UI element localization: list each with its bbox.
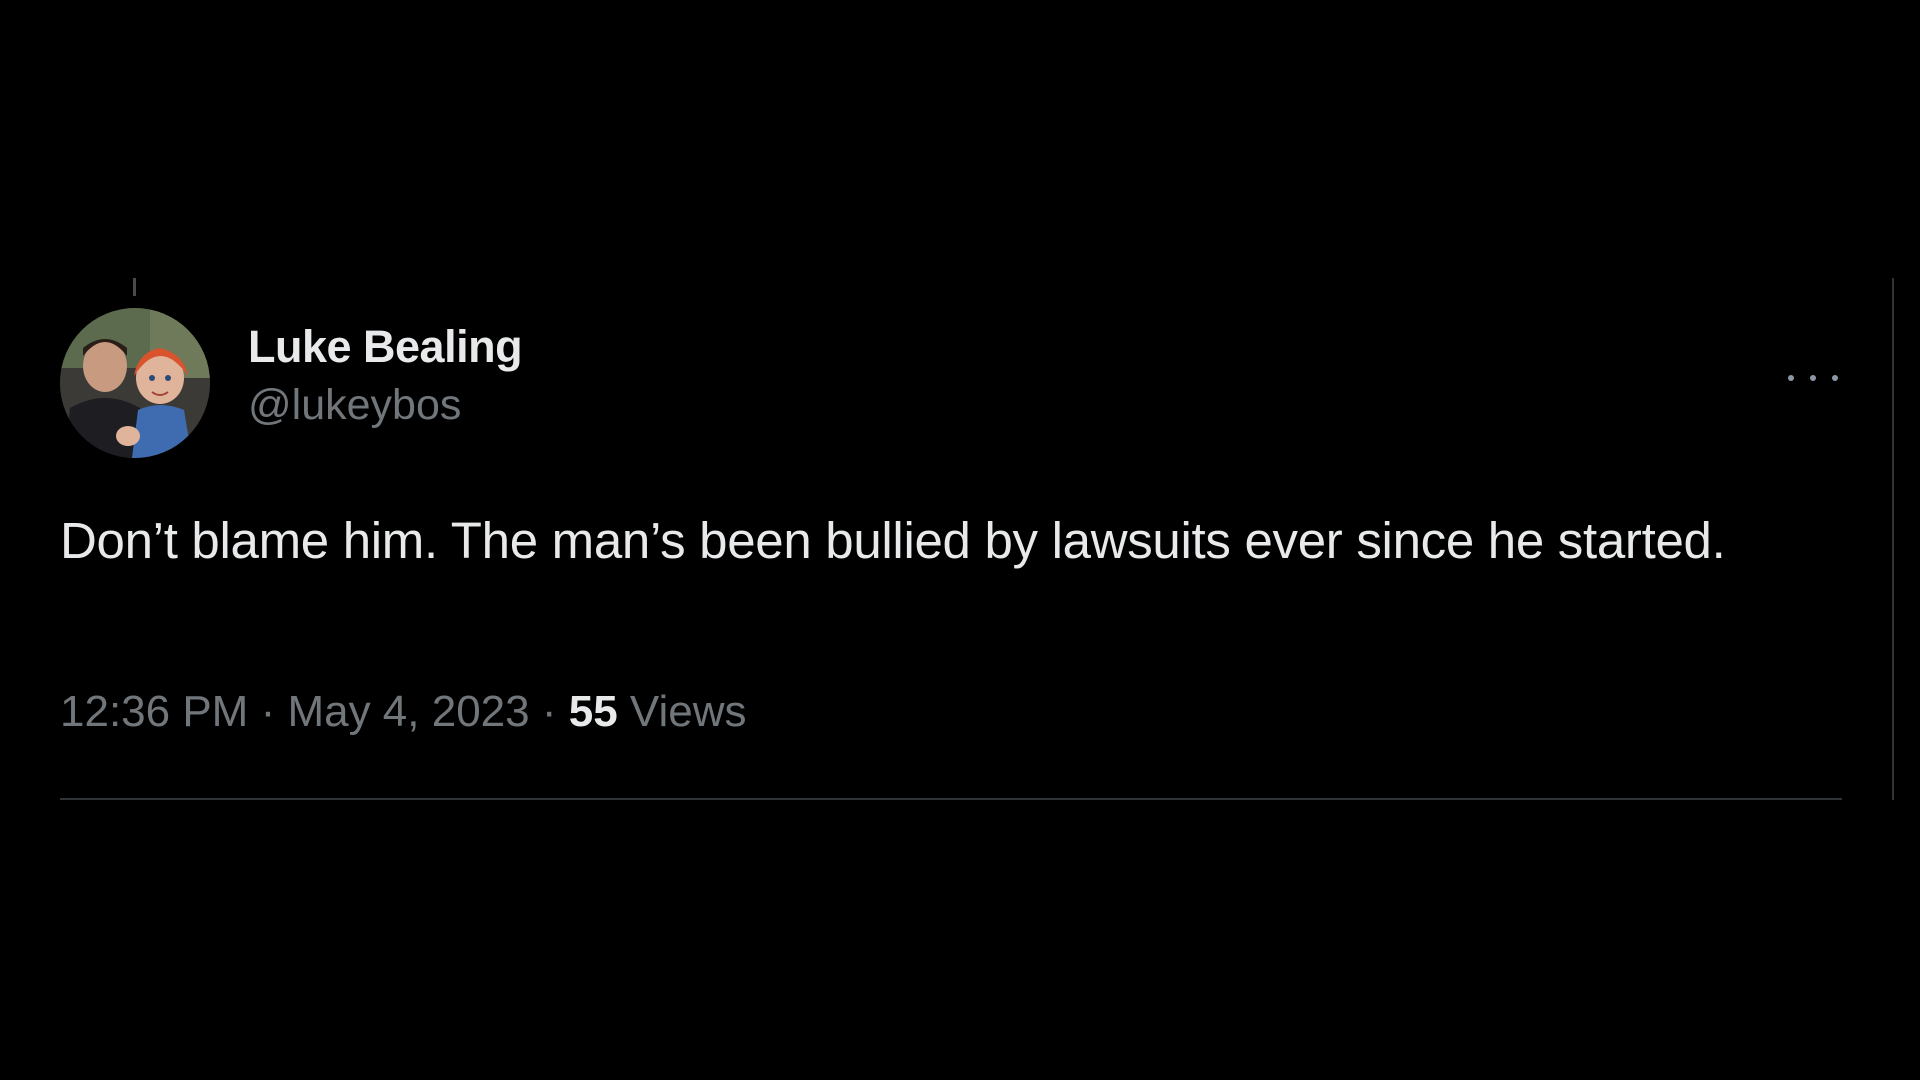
column-border: [1892, 278, 1894, 800]
views-label: Views: [617, 687, 747, 736]
meta-separator: ·: [248, 687, 288, 736]
tweet-date[interactable]: May 4, 2023: [287, 687, 529, 736]
tweet-text: Don’t blame him. The man’s been bullied …: [60, 512, 1726, 569]
author-names: Luke Bealing @lukeybos: [248, 320, 523, 436]
author-handle[interactable]: @lukeybos: [248, 374, 522, 436]
more-dot: [1788, 375, 1794, 381]
views-count[interactable]: 55: [569, 687, 618, 736]
tweet-divider: [60, 798, 1842, 800]
avatar-photo-icon: [60, 308, 210, 458]
avatar[interactable]: [60, 308, 210, 458]
meta-separator: ·: [529, 687, 569, 736]
tweet-time[interactable]: 12:36 PM: [60, 687, 248, 736]
screen: Luke Bealing @lukeybos Don’t blame him. …: [0, 0, 1920, 1080]
more-dot: [1832, 375, 1838, 381]
more-options-icon[interactable]: [1788, 368, 1838, 388]
tweet-header: Luke Bealing @lukeybos: [60, 308, 1838, 460]
tweet-metadata: 12:36 PM · May 4, 2023 · 55 Views: [60, 686, 746, 738]
tweet-card[interactable]: Luke Bealing @lukeybos Don’t blame him. …: [60, 278, 1894, 800]
author-display-name[interactable]: Luke Bealing: [248, 320, 523, 374]
more-dot: [1810, 375, 1816, 381]
thread-connector-line: [133, 278, 136, 296]
